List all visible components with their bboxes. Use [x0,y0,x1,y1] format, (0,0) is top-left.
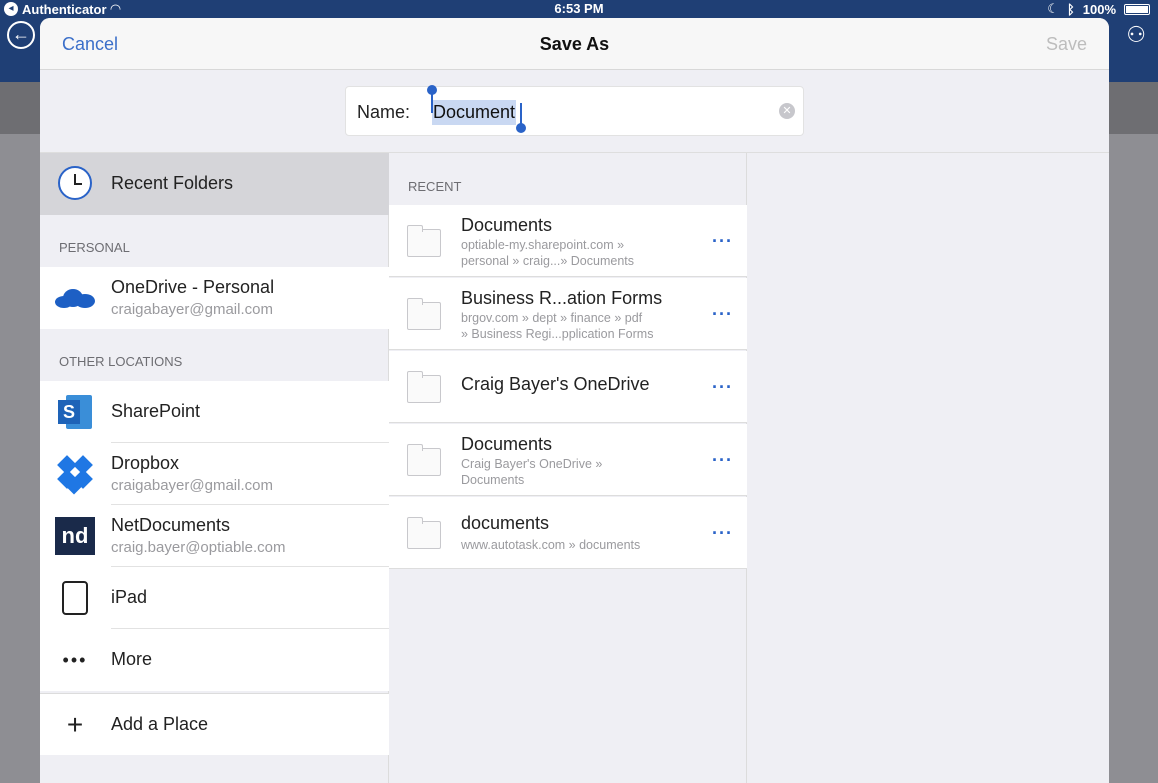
folder-path-line1: www.autotask.com » documents [461,538,641,552]
onedrive-icon [54,277,96,319]
location-account: craigabayer@gmail.com [111,301,273,318]
divider [389,495,747,496]
location-name: OneDrive - Personal [111,277,275,297]
location-onedrive-personal[interactable]: OneDrive - Personal craigabayer@gmail.co… [40,267,389,329]
dropbox-icon [54,453,96,495]
folder-icon [407,371,441,403]
sharepoint-icon: S [54,391,96,433]
selection-start-handle[interactable] [427,85,437,113]
clear-text-icon[interactable]: ✕ [779,103,795,119]
add-a-place-label: Add a Place [111,714,209,734]
folder-icon [407,444,441,476]
divider [389,276,747,277]
status-time: 6:53 PM [554,1,604,16]
folder-row[interactable]: documents www.autotask.com » documents ·… [389,497,747,569]
folder-path-line1: Craig Bayer's OneDrive » [461,457,603,471]
dialog-title: Save As [539,34,610,54]
divider [389,349,747,350]
recent-folders-label: Recent Folders [111,173,234,193]
folder-row[interactable]: Craig Bayer's OneDrive ··· [389,351,747,423]
recent-section-header: RECENT [408,179,462,194]
save-button[interactable]: Save [1046,34,1087,55]
folder-row[interactable]: Documents optiable-my.sharepoint.com » p… [389,205,747,277]
recent-folders-item[interactable]: Recent Folders [40,153,389,215]
location-name: NetDocuments [111,515,231,535]
moon-icon: ☾ [1047,1,1059,16]
clock-icon [58,166,92,200]
other-locations-section-header: OTHER LOCATIONS [59,354,183,369]
add-a-place-button[interactable]: + Add a Place [40,693,389,755]
selection-end-handle[interactable] [516,103,526,133]
folder-row[interactable]: Documents Craig Bayer's OneDrive » Docum… [389,424,747,496]
name-label: Name: [357,102,411,122]
folder-name: Documents [461,434,553,454]
location-dropbox[interactable]: Dropbox craigabayer@gmail.com [40,443,389,505]
dialog-header: Cancel Save As Save [40,18,1109,70]
location-sharepoint[interactable]: S SharePoint [40,381,389,443]
more-options-icon[interactable]: ··· [712,304,733,325]
status-right: ☾ ᛒ 100% [1047,1,1150,17]
recent-folders-panel: RECENT Documents optiable-my.sharepoint.… [389,153,747,783]
location-more[interactable]: ••• More [40,629,389,691]
empty-detail-panel [747,153,1109,783]
location-name: iPad [111,587,148,607]
folder-name: Business R...ation Forms [461,288,663,308]
netdocuments-icon: nd [54,515,96,557]
ipad-icon [54,577,96,619]
location-name: More [111,649,153,669]
more-options-icon[interactable]: ··· [712,450,733,471]
folder-name: Craig Bayer's OneDrive [461,374,650,394]
battery-percent: 100% [1082,1,1116,17]
save-as-dialog: Cancel Save As Save Name: Document ✕ Rec… [40,18,1109,783]
plus-icon: + [66,709,84,740]
name-row: Name: Document ✕ [40,70,1109,153]
folder-icon [407,517,441,549]
add-person-icon: ⚇ [1126,22,1146,47]
personal-section-header: PERSONAL [59,240,130,255]
more-options-icon[interactable]: ··· [712,377,733,398]
more-options-icon[interactable]: ··· [712,523,733,544]
locations-panel: Recent Folders PERSONAL OneDrive - Perso… [40,153,389,783]
location-account: craig.bayer@optiable.com [111,539,286,556]
battery-icon [1124,3,1150,15]
folder-row[interactable]: Business R...ation Forms brgov.com » dep… [389,278,747,350]
folder-path-line2: Documents [461,473,525,487]
folder-icon [407,225,441,257]
location-ipad[interactable]: iPad [40,567,389,629]
folder-path-line2: personal » craig...» Documents [461,254,635,268]
status-bar: ◂ Authenticator ◠ 6:53 PM ☾ ᛒ 100% [0,0,1158,18]
name-field[interactable]: Name: Document ✕ [345,85,804,136]
folder-path-line1: optiable-my.sharepoint.com » [461,238,625,252]
folder-name: documents [461,513,550,533]
folder-path-line2: » Business Regi...pplication Forms [461,327,654,341]
bluetooth-icon: ᛒ [1066,1,1075,17]
location-name: SharePoint [111,401,201,421]
name-input[interactable]: Document [432,100,517,125]
folder-path-line1: brgov.com » dept » finance » pdf [461,311,643,325]
more-icon: ••• [62,649,88,670]
divider [389,568,747,569]
folder-icon [407,298,441,330]
folder-name: Documents [461,215,553,235]
location-name: Dropbox [111,453,180,473]
back-arrow-icon: ← [7,21,35,49]
location-account: craigabayer@gmail.com [111,477,273,494]
location-netdocuments[interactable]: nd NetDocuments craig.bayer@optiable.com [40,505,389,567]
more-options-icon[interactable]: ··· [712,231,733,252]
divider [389,422,747,423]
